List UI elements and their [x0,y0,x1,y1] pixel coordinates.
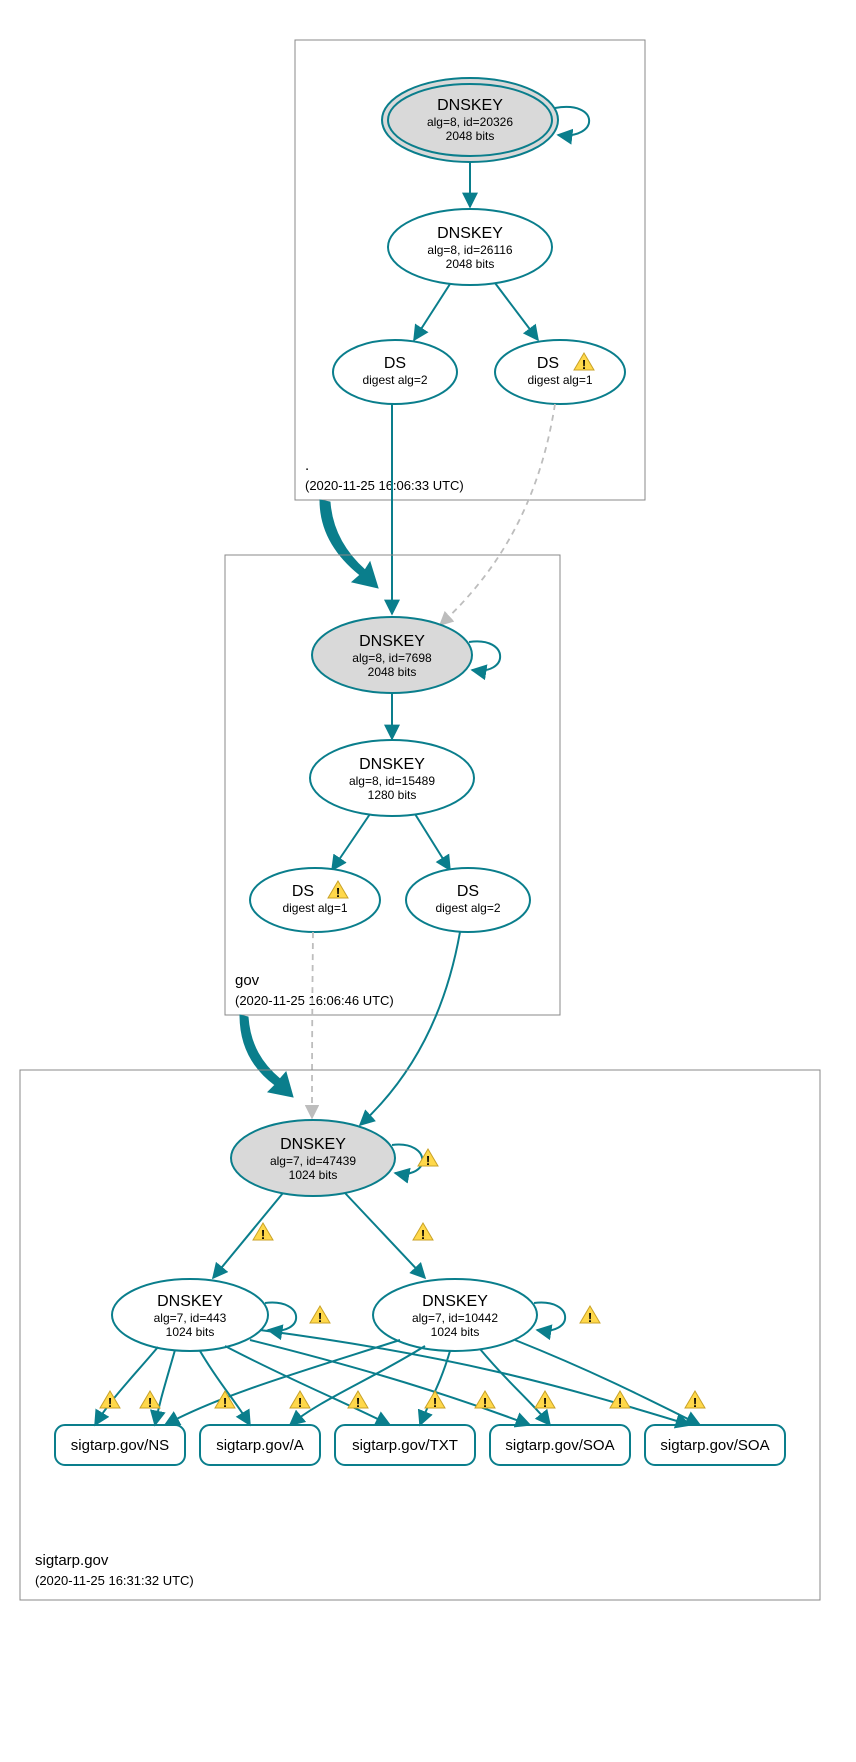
warning-icon [140,1391,160,1410]
warning-icon [413,1223,433,1242]
node-root-ds1[interactable]: DS digest alg=1 [495,340,625,404]
svg-text:DNSKEY: DNSKEY [437,97,503,114]
edge-gov-ksk-self [469,641,500,670]
node-root-ds2[interactable]: DS digest alg=2 [333,340,457,404]
rrset-a[interactable]: sigtarp.gov/A [200,1425,320,1465]
svg-text:(2020-11-25 16:06:33 UTC): (2020-11-25 16:06:33 UTC) [305,478,464,493]
node-root-ksk[interactable]: DNSKEY alg=8, id=20326 2048 bits [382,78,558,162]
edge-gov-zsk-to-ds2 [415,814,450,870]
zone-sigtarp: sigtarp.gov (2020-11-25 16:31:32 UTC) DN… [20,1070,820,1600]
edge-sig-zsk1-self [265,1303,296,1331]
svg-text:sigtarp.gov/NS: sigtarp.gov/NS [71,1437,169,1454]
warning-icon [610,1391,630,1410]
node-gov-ds1[interactable]: DS digest alg=1 [250,868,380,932]
svg-text:DNSKEY: DNSKEY [157,1293,223,1310]
rrset-soa2[interactable]: sigtarp.gov/SOA [645,1425,785,1465]
edge-ds1-to-gov-ksk [440,404,555,625]
warning-icon [580,1306,600,1325]
rrset-soa1[interactable]: sigtarp.gov/SOA [490,1425,630,1465]
svg-text:1280 bits: 1280 bits [368,788,417,802]
svg-text:sigtarp.gov/TXT: sigtarp.gov/TXT [352,1437,458,1454]
edge-sig-zsk2-self [534,1303,565,1331]
svg-text:1024 bits: 1024 bits [431,1325,480,1339]
svg-text:DS: DS [384,355,406,372]
svg-text:gov: gov [235,972,260,989]
edge-z1-ns2 [155,1350,175,1425]
svg-text:digest alg=1: digest alg=1 [282,901,347,915]
svg-text:1024 bits: 1024 bits [166,1325,215,1339]
edge-z2-a [290,1346,425,1425]
warning-icon [418,1149,438,1168]
edge-sig-ksk-to-zsk1 [213,1193,283,1278]
warning-icon [348,1391,368,1410]
warning-icon [290,1391,310,1410]
svg-text:DNSKEY: DNSKEY [437,225,503,242]
svg-text:alg=8, id=26116: alg=8, id=26116 [427,243,513,257]
svg-text:alg=7, id=10442: alg=7, id=10442 [412,1311,498,1325]
edge-z1-ns [95,1347,158,1425]
svg-text:alg=8, id=15489: alg=8, id=15489 [349,774,435,788]
warning-icon [310,1306,330,1325]
node-gov-ds2[interactable]: DS digest alg=2 [406,868,530,932]
svg-text:digest alg=2: digest alg=2 [362,373,427,387]
svg-text:sigtarp.gov: sigtarp.gov [35,1552,109,1569]
svg-text:alg=7, id=47439: alg=7, id=47439 [270,1154,356,1168]
svg-text:.: . [305,457,309,474]
node-root-zsk[interactable]: DNSKEY alg=8, id=26116 2048 bits [388,209,552,285]
edge-root-zsk-to-ds1 [495,283,538,340]
svg-text:alg=8, id=7698: alg=8, id=7698 [352,651,432,665]
svg-text:DS: DS [537,355,559,372]
delegation-arrow-root-to-gov [320,500,378,588]
edge-gov-zsk-to-ds1 [332,814,370,870]
dnssec-graph: ! . (2020-11-25 16:06:33 UTC) DNSKEY alg… [0,0,856,1762]
node-gov-zsk[interactable]: DNSKEY alg=8, id=15489 1280 bits [310,740,474,816]
node-gov-ksk[interactable]: DNSKEY alg=8, id=7698 2048 bits [312,617,472,693]
edge-z1-soa1 [250,1340,530,1425]
warning-icon [685,1391,705,1410]
svg-text:(2020-11-25 16:06:46 UTC): (2020-11-25 16:06:46 UTC) [235,993,394,1008]
edge-root-ksk-self [555,107,589,135]
edge-z1-a [200,1351,250,1425]
svg-text:alg=8, id=20326: alg=8, id=20326 [427,115,513,129]
edge-govds1-to-sig-ksk [312,932,313,1118]
svg-text:digest alg=2: digest alg=2 [435,901,500,915]
svg-text:(2020-11-25 16:31:32 UTC): (2020-11-25 16:31:32 UTC) [35,1573,194,1588]
warning-icon [535,1391,555,1410]
rrset-ns[interactable]: sigtarp.gov/NS [55,1425,185,1465]
edge-sig-ksk-to-zsk2 [345,1193,425,1278]
svg-text:DS: DS [457,883,479,900]
svg-text:DNSKEY: DNSKEY [359,633,425,650]
delegation-arrow-gov-to-sigtarp [240,1015,293,1097]
svg-text:2048 bits: 2048 bits [446,257,495,271]
svg-text:DNSKEY: DNSKEY [280,1136,346,1153]
svg-text:DNSKEY: DNSKEY [422,1293,488,1310]
warning-icon [475,1391,495,1410]
svg-text:sigtarp.gov/SOA: sigtarp.gov/SOA [505,1437,614,1454]
svg-text:sigtarp.gov/SOA: sigtarp.gov/SOA [660,1437,769,1454]
node-sig-ksk[interactable]: DNSKEY alg=7, id=47439 1024 bits [231,1120,395,1196]
svg-text:DNSKEY: DNSKEY [359,756,425,773]
svg-text:sigtarp.gov/A: sigtarp.gov/A [216,1437,304,1454]
zone-root: . (2020-11-25 16:06:33 UTC) DNSKEY alg=8… [295,40,645,500]
edge-root-zsk-to-ds2 [414,284,450,340]
zone-gov: gov (2020-11-25 16:06:46 UTC) DNSKEY alg… [225,555,560,1015]
edge-govds2-to-sig-ksk [360,932,460,1125]
svg-text:DS: DS [292,883,314,900]
svg-text:2048 bits: 2048 bits [368,665,417,679]
edge-z2-soa1 [480,1349,550,1425]
svg-text:2048 bits: 2048 bits [446,129,495,143]
svg-text:digest alg=1: digest alg=1 [527,373,592,387]
rrset-txt[interactable]: sigtarp.gov/TXT [335,1425,475,1465]
svg-text:1024 bits: 1024 bits [289,1168,338,1182]
edge-sig-ksk-self [392,1145,422,1174]
svg-text:alg=7, id=443: alg=7, id=443 [154,1311,227,1325]
node-sig-zsk1[interactable]: DNSKEY alg=7, id=443 1024 bits [112,1279,268,1351]
